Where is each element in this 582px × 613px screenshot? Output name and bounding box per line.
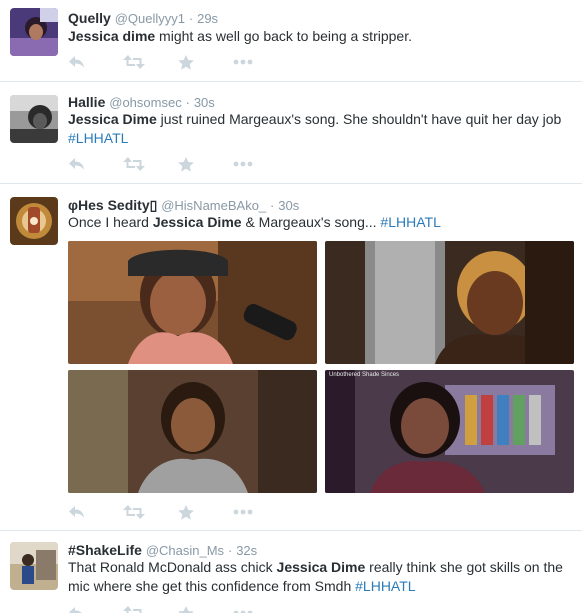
more-button[interactable] [233,53,288,71]
highlight: Jessica Dime [68,111,157,127]
more-dots-icon [233,509,253,515]
hashtag-link[interactable]: #LHHATL [68,130,128,146]
reply-icon [69,158,84,170]
hashtag-link[interactable]: #LHHATL [380,214,440,230]
favorite-button[interactable] [178,503,233,521]
tweet[interactable]: #ShakeLife @Chasin_Ms · 32s That Ronald … [0,532,582,613]
tweet-actions [68,53,288,71]
reply-icon [69,506,84,518]
retweet-button[interactable] [123,155,178,173]
more-dots-icon [233,59,253,65]
avatar-image [10,8,58,56]
photo-image [325,241,574,364]
favorite-button[interactable] [178,155,233,173]
timestamp[interactable]: 29s [197,11,218,26]
tweet-text: That Ronald McDonald ass chick Jessica D… [68,558,576,596]
text-segment: Once I heard [68,214,153,230]
photo-4[interactable]: Unbothered Shade Sinces [325,370,574,493]
avatar[interactable] [10,95,58,143]
highlight: Jessica dime [68,28,156,44]
text-segment: might as well go back to being a strippe… [155,28,412,44]
retweet-icon [123,55,145,69]
tweet[interactable]: φHes Sedity▯ @HisNameBAko_ · 30s Once I … [0,185,582,531]
user-handle[interactable]: @HisNameBAko_ [161,198,266,213]
timestamp[interactable]: 30s [194,95,215,110]
tweet-actions [68,155,288,173]
tweet[interactable]: Quelly @Quellyyy1 · 29s Jessica dime mig… [0,0,582,82]
photo-1[interactable] [68,241,317,364]
text-segment: just ruined Margeaux's song. She shouldn… [156,111,562,127]
highlight: Jessica Dime [276,559,366,575]
more-button[interactable] [233,503,288,521]
star-icon [178,156,194,172]
display-name[interactable]: #ShakeLife [68,542,142,558]
photo-grid: Unbothered Shade Sinces [68,241,574,493]
avatar-image [10,197,58,245]
favorite-button[interactable] [178,604,233,613]
text-segment: That Ronald McDonald ass chick [68,559,277,575]
tweet-text: Once I heard Jessica Dime & Margeaux's s… [68,213,576,232]
user-handle[interactable]: @ohsomsec [109,95,181,110]
display-name[interactable]: Hallie [68,94,105,110]
favorite-button[interactable] [178,53,233,71]
photo-image [325,370,574,493]
user-handle[interactable]: @Chasin_Ms [146,543,224,558]
reply-button[interactable] [68,53,123,71]
photo-watermark: Unbothered Shade Sinces [329,372,400,378]
reply-button[interactable] [68,503,123,521]
tweet-actions [68,503,288,521]
photo-2[interactable] [325,241,574,364]
tweet[interactable]: Hallie @ohsomsec · 30s Jessica Dime just… [0,83,582,184]
retweet-button[interactable] [123,53,178,71]
retweet-button[interactable] [123,503,178,521]
reply-button[interactable] [68,155,123,173]
separator: · [188,11,194,26]
avatar[interactable] [10,8,58,56]
star-icon [178,504,194,520]
more-button[interactable] [233,155,288,173]
tweet-text: Jessica Dime just ruined Margeaux's song… [68,110,576,148]
separator: · [270,198,275,213]
display-name[interactable]: Quelly [68,10,111,26]
photo-3[interactable] [68,370,317,493]
avatar-image [10,542,58,590]
retweet-button[interactable] [123,604,178,613]
more-button[interactable] [233,604,288,613]
star-icon [178,605,194,613]
user-handle[interactable]: @Quellyyy1 [115,11,185,26]
separator: · [227,543,233,558]
reply-icon [69,56,84,68]
highlight: Jessica Dime [152,214,242,230]
reply-icon [69,607,82,613]
more-dots-icon [233,161,253,167]
avatar-image [10,95,58,143]
hashtag-link[interactable]: #LHHATL [355,578,415,594]
reply-button[interactable] [68,604,123,613]
avatar[interactable] [10,197,58,245]
text-segment: & Margeaux's song... [241,214,381,230]
avatar[interactable] [10,542,58,590]
retweet-icon [123,157,145,171]
photo-image [68,370,317,493]
retweet-icon [123,505,145,519]
tweet-text: Jessica dime might as well go back to be… [68,27,576,46]
retweet-icon [123,606,142,613]
photo-image [68,241,317,364]
display-name[interactable]: φHes Sedity▯ [68,197,157,213]
timestamp[interactable]: 32s [236,543,257,558]
separator: · [185,95,190,110]
tweet-header: Quelly @Quellyyy1 · 29s [68,9,218,28]
timestamp[interactable]: 30s [278,198,299,213]
star-icon [178,54,194,70]
tweet-actions [68,604,288,613]
